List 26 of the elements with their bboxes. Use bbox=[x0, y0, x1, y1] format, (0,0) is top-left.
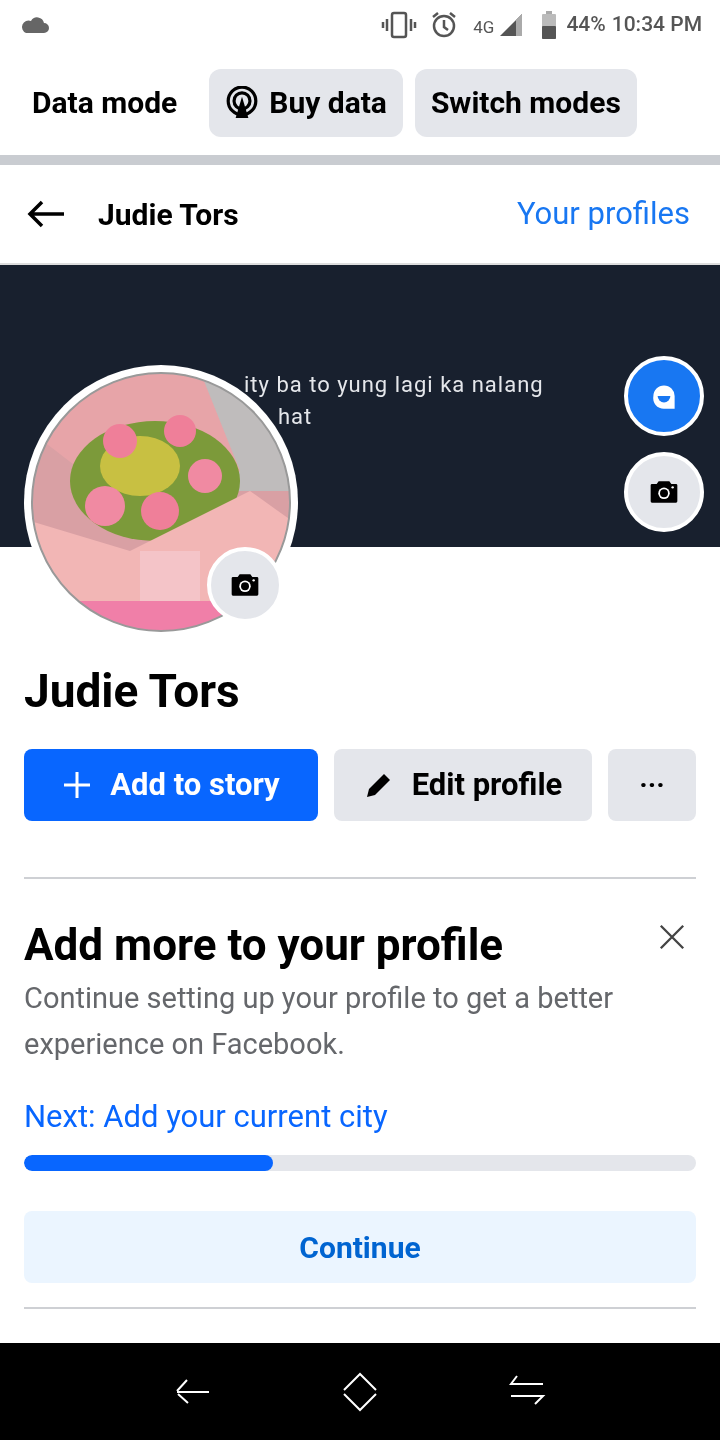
continue-button[interactable]: Continue bbox=[24, 1211, 696, 1283]
buy-data-button[interactable]: Buy data bbox=[209, 68, 403, 137]
profile-name: Judie Tors bbox=[24, 663, 241, 719]
signal-icon bbox=[498, 12, 525, 38]
battery-percent: 44% bbox=[566, 11, 606, 39]
plus-icon bbox=[62, 770, 93, 800]
card-title: Add more to your profile bbox=[24, 918, 505, 973]
back-arrow-icon[interactable] bbox=[26, 199, 66, 229]
vibrate-icon bbox=[381, 11, 418, 39]
close-icon[interactable] bbox=[658, 923, 686, 951]
card-description: Continue setting up your profile to get a better experience on Facebook. bbox=[24, 980, 615, 1063]
next-step-link[interactable]: Next: Add your current city bbox=[24, 1095, 696, 1139]
edit-profile-button[interactable]: Edit profile bbox=[334, 749, 592, 821]
home-icon[interactable] bbox=[340, 1371, 380, 1412]
add-to-story-button[interactable]: Add to story bbox=[24, 749, 318, 821]
network-type: 4G bbox=[473, 16, 495, 40]
data-mode-label: Data mode bbox=[32, 84, 178, 122]
clock: 10:34 PM bbox=[611, 11, 702, 39]
cover-text: ity ba to yung lagi ka nalang bbox=[244, 371, 544, 399]
cover-text: hat bbox=[278, 403, 314, 431]
header-title: Judie Tors bbox=[98, 195, 239, 234]
battery-icon bbox=[542, 11, 557, 39]
your-profiles-link[interactable]: Your profiles bbox=[516, 190, 690, 238]
more-button[interactable]: ··· bbox=[608, 749, 696, 821]
broadcast-icon bbox=[225, 85, 260, 120]
switch-modes-button[interactable]: Switch modes bbox=[414, 68, 637, 137]
